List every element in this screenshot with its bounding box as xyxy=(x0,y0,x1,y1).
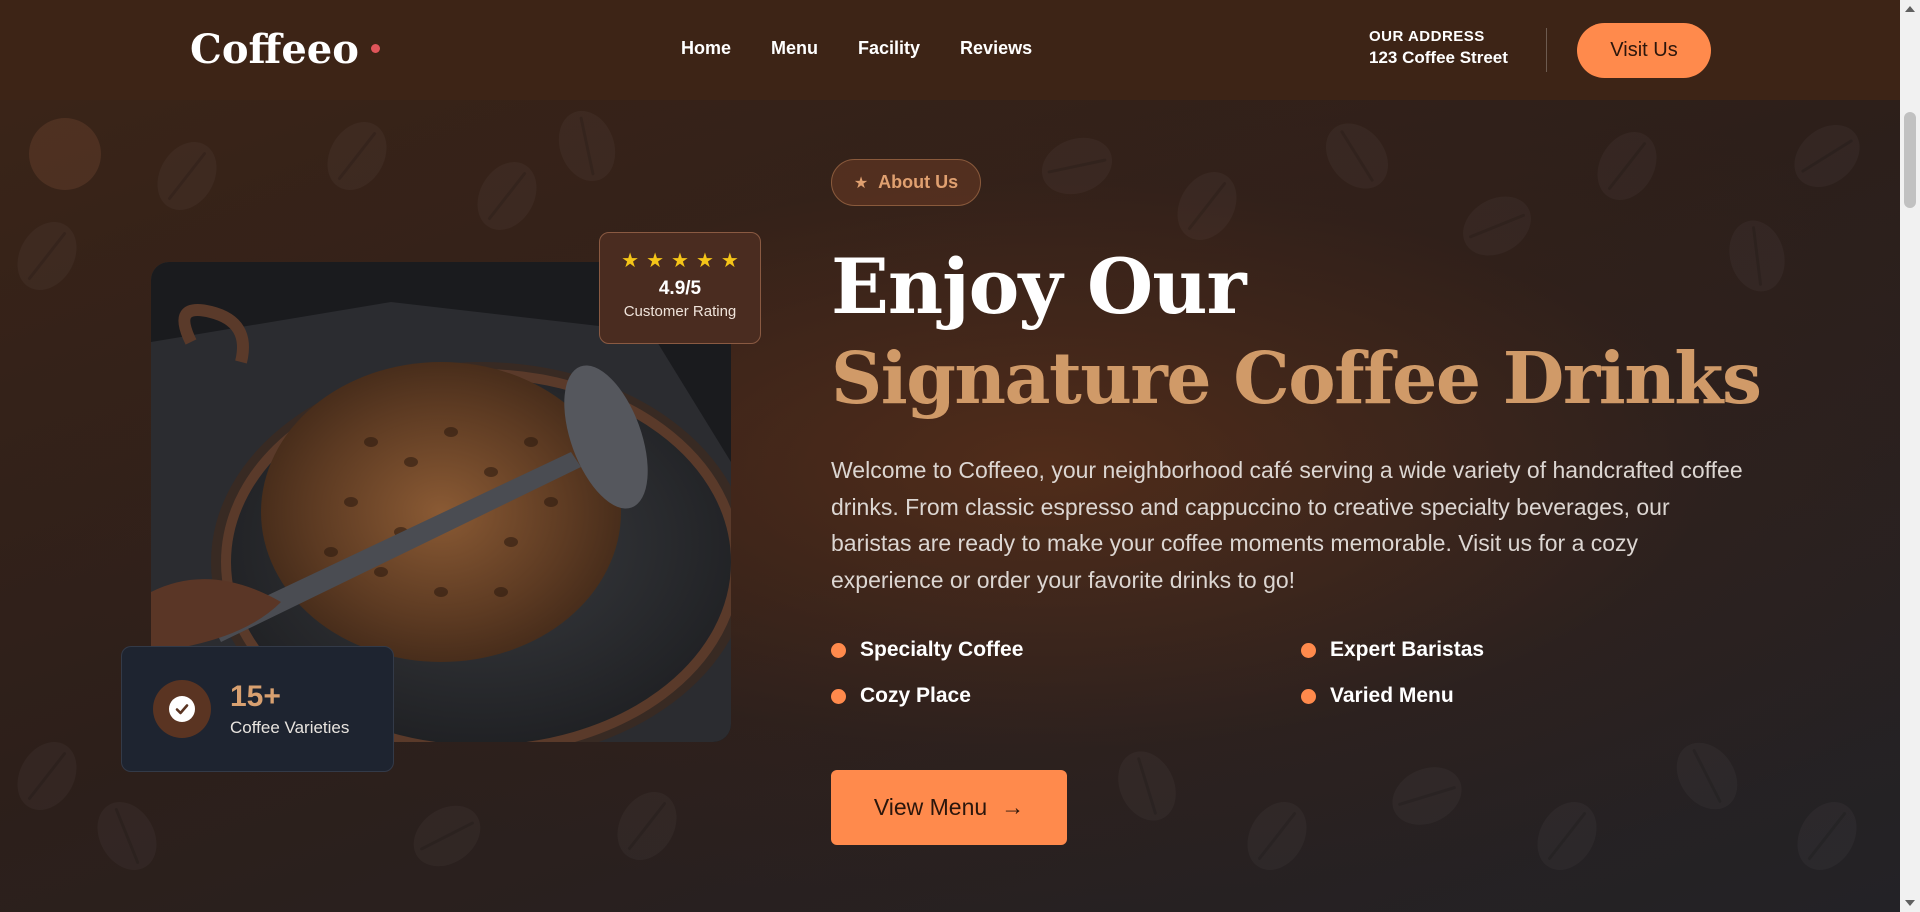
star-icon: ★ xyxy=(646,250,665,272)
rating-card: ★ ★ ★ ★ ★ 4.9/5 Customer Rating xyxy=(599,232,761,344)
variety-label: Coffee Varieties xyxy=(230,718,350,737)
about-us-pill[interactable]: ★ About Us xyxy=(831,159,981,206)
address-value: 123 Coffee Street xyxy=(1369,48,1508,67)
nav-home[interactable]: Home xyxy=(681,38,731,59)
feature-item: Expert Baristas xyxy=(1301,638,1751,662)
scroll-down-arrow-icon[interactable] xyxy=(1905,900,1915,906)
view-menu-button[interactable]: View Menu → xyxy=(831,770,1067,845)
star-icon: ★ xyxy=(695,250,714,272)
variety-card: 15+ Coffee Varieties xyxy=(121,646,394,772)
view-menu-label: View Menu xyxy=(873,794,988,820)
header-divider xyxy=(1546,28,1547,72)
bullet-dot-icon xyxy=(831,688,846,704)
hero-section: ★ ★ ★ ★ ★ 4.9/5 Customer Rating 15+ Coff… xyxy=(0,100,1900,912)
about-us-label: About Us xyxy=(878,172,959,192)
bullet-dot-icon xyxy=(1301,688,1316,704)
logo-dot-icon xyxy=(370,44,380,53)
feature-item: Cozy Place xyxy=(831,684,1301,708)
feature-label: Cozy Place xyxy=(860,684,971,707)
visit-us-button[interactable]: Visit Us xyxy=(1577,23,1711,78)
address-label: OUR ADDRESS xyxy=(1369,28,1485,45)
star-icon: ★ xyxy=(853,174,869,192)
scroll-thumb[interactable] xyxy=(1904,112,1916,208)
bullet-dot-icon xyxy=(1301,642,1316,658)
rating-label: Customer Rating xyxy=(623,303,737,320)
nav-reviews[interactable]: Reviews xyxy=(960,38,1032,59)
check-circle-icon xyxy=(153,680,211,738)
rating-value: 4.9/5 xyxy=(658,278,702,299)
address-block: OUR ADDRESS 123 Coffee Street xyxy=(1369,28,1508,68)
feature-item: Varied Menu xyxy=(1301,684,1751,708)
variety-count: 15+ xyxy=(230,680,281,713)
hero-description: Welcome to Coffeeo, your neighborhood ca… xyxy=(831,457,1743,593)
logo-text: Coffeeo xyxy=(190,26,359,73)
hero-title-line1: Enjoy Our xyxy=(831,242,1246,331)
bullet-dot-icon xyxy=(831,642,846,658)
feature-label: Varied Menu xyxy=(1330,684,1454,707)
star-icon: ★ xyxy=(621,250,640,272)
decorative-circle xyxy=(29,118,101,190)
feature-item: Specialty Coffee xyxy=(831,638,1301,662)
star-icon: ★ xyxy=(671,250,689,272)
logo[interactable]: Coffeeo xyxy=(190,26,380,73)
scroll-up-arrow-icon[interactable] xyxy=(1905,6,1915,12)
nav-facility[interactable]: Facility xyxy=(858,38,920,59)
feature-list: Specialty Coffee Expert Baristas Cozy Pl… xyxy=(831,638,1751,708)
rating-stars: ★ ★ ★ ★ ★ xyxy=(600,251,760,271)
page-scrollbar[interactable] xyxy=(1900,0,1920,912)
hero-title-line2: Signature Coffee Drinks xyxy=(831,336,1762,420)
feature-label: Expert Baristas xyxy=(1330,638,1485,661)
nav-menu[interactable]: Menu xyxy=(771,38,818,59)
main-nav: Home Menu Facility Reviews xyxy=(681,38,1032,59)
feature-label: Specialty Coffee xyxy=(860,638,1024,661)
star-icon: ★ xyxy=(720,250,739,272)
site-header: Coffeeo Home Menu Facility Reviews OUR A… xyxy=(0,0,1900,100)
arrow-right-icon: → xyxy=(1001,794,1025,820)
